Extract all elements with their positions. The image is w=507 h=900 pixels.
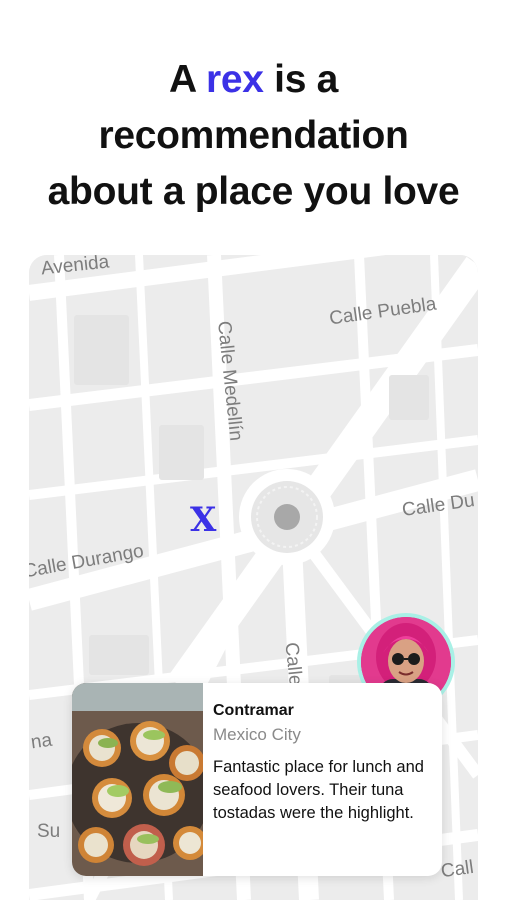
- street-label-su: Su: [37, 821, 61, 842]
- headline: A rex is a recommendation about a place …: [0, 52, 507, 220]
- recommendation-card[interactable]: Contramar Mexico City Fantastic place fo…: [72, 683, 442, 876]
- street-label-calle-bottom: Calle: [280, 641, 306, 687]
- recommendation-text: Fantastic place for lunch and seafood lo…: [213, 758, 424, 822]
- headline-line-1: A rex is a: [0, 52, 507, 108]
- food-photo-graphic: [72, 683, 203, 876]
- street-label-na: na: [29, 729, 54, 754]
- headline-prefix: A: [168, 58, 196, 101]
- headline-suffix: is a: [274, 58, 339, 101]
- street-label-call: Call: [439, 856, 475, 883]
- tostadas-photo: [72, 683, 203, 876]
- place-name: Contramar: [213, 702, 294, 719]
- rex-x-marker-icon[interactable]: 𝐗: [190, 503, 216, 537]
- headline-line-3: about a place you love: [47, 170, 460, 213]
- place-city: Mexico City: [213, 725, 301, 744]
- roundabout-icon: [239, 469, 335, 565]
- headline-highlight: rex: [205, 58, 264, 101]
- headline-line-2: recommendation: [98, 114, 409, 157]
